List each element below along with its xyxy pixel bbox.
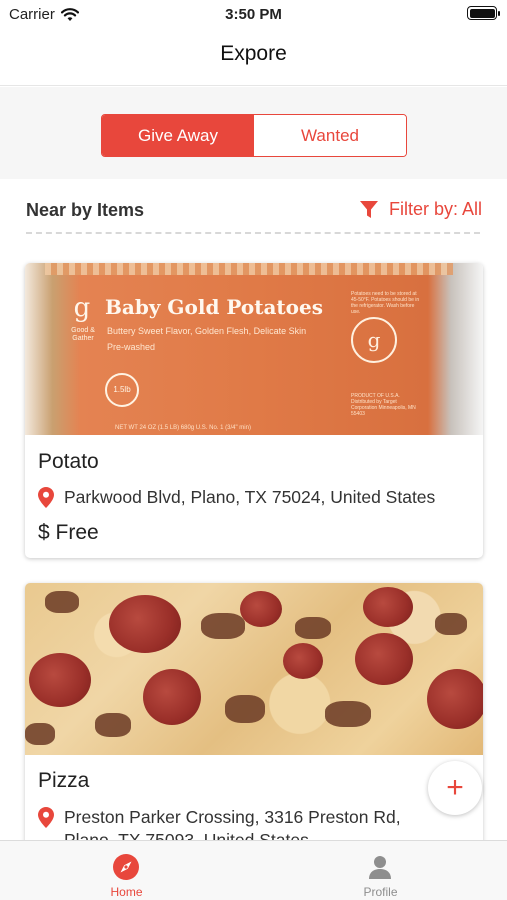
item-image-pizza — [25, 583, 483, 755]
sausage-crumble — [435, 613, 467, 635]
brand-logo-name: Good & Gather — [71, 327, 95, 342]
tab-home-label: Home — [110, 885, 143, 899]
person-icon — [369, 856, 391, 879]
sausage-crumble — [225, 695, 265, 723]
sausage-crumble — [325, 701, 371, 727]
status-time: 3:50 PM — [225, 6, 282, 23]
item-title: Pizza — [38, 769, 90, 792]
add-item-button[interactable]: + — [428, 761, 482, 815]
potato-bag-mesh — [45, 263, 453, 275]
compass-icon — [113, 854, 139, 880]
sausage-crumble — [95, 713, 131, 737]
segment-area: Give Away Wanted — [0, 87, 507, 179]
pepperoni-slice — [29, 653, 91, 707]
battery-icon — [467, 6, 500, 20]
item-location-text: Parkwood Blvd, Plano, TX 75024, United S… — [64, 487, 436, 507]
pepperoni-slice — [283, 643, 323, 679]
sausage-crumble — [201, 613, 245, 639]
sausage-crumble — [45, 591, 79, 613]
package-tagline-line1: Buttery Sweet Flavor, Golden Flesh, Deli… — [107, 326, 307, 336]
item-price: $ Free — [38, 521, 99, 544]
pepperoni-slice — [109, 595, 181, 653]
pepperoni-slice — [363, 587, 413, 627]
sausage-crumble — [25, 723, 55, 745]
filter-funnel-icon — [359, 200, 378, 218]
give-away-wanted-segmented-control: Give Away Wanted — [101, 114, 407, 157]
item-title: Potato — [38, 450, 99, 473]
package-tagline-line2: Pre-washed — [107, 342, 156, 352]
item-location: Parkwood Blvd, Plano, TX 75024, United S… — [38, 486, 435, 509]
package-net-weight: NET WT 24 OZ (1.5 LB) 680g U.S. No. 1 (3… — [115, 425, 251, 431]
item-image-potato: g Good & Gather Baby Gold Potatoes Butte… — [25, 263, 483, 435]
pepperoni-slice — [355, 633, 413, 685]
tab-bar: Home Profile — [0, 840, 507, 900]
filter-button[interactable]: Filter by: All — [359, 199, 482, 220]
package-seal — [351, 317, 397, 363]
nearby-section-header: Near by Items Filter by: All — [0, 180, 507, 236]
location-pin-icon — [38, 807, 54, 828]
navigation-bar: Expore — [0, 28, 507, 86]
item-location-text: Preston Parker Crossing, 3316 Preston Rd… — [64, 807, 401, 840]
pepperoni-slice — [143, 669, 201, 725]
package-fine-print: Potatoes need to be stored at 45-50°F. P… — [351, 291, 420, 315]
items-list[interactable]: g Good & Gather Baby Gold Potatoes Butte… — [0, 236, 507, 840]
pepperoni-slice — [427, 669, 483, 729]
filter-label: Filter by: All — [388, 199, 482, 219]
package-fine-print-2: PRODUCT OF U.S.A. Distributed by Target … — [351, 393, 416, 417]
tab-profile-label: Profile — [363, 885, 398, 899]
item-location: Preston Parker Crossing, 3316 Preston Rd… — [38, 806, 428, 840]
package-tagline: Buttery Sweet Flavor, Golden Flesh, Deli… — [107, 325, 306, 353]
section-divider — [26, 232, 480, 234]
pepperoni-slice — [240, 591, 282, 627]
segment-wanted[interactable]: Wanted — [254, 115, 406, 156]
page-title: Expore — [220, 42, 287, 65]
package-product-name: Baby Gold Potatoes — [105, 295, 323, 319]
item-card-pizza[interactable]: Pizza Preston Parker Crossing, 3316 Pres… — [25, 583, 483, 840]
package-weight-badge: 1.5lb — [105, 373, 139, 407]
segment-give-away[interactable]: Give Away — [102, 115, 254, 156]
tab-home[interactable]: Home — [0, 841, 253, 900]
plus-icon: + — [446, 771, 464, 804]
brand-logo-glyph: g — [73, 293, 91, 323]
item-card-potato[interactable]: g Good & Gather Baby Gold Potatoes Butte… — [25, 263, 483, 558]
location-pin-icon — [38, 487, 54, 508]
tab-profile[interactable]: Profile — [254, 841, 507, 900]
sausage-crumble — [295, 617, 331, 639]
section-title: Near by Items — [26, 200, 145, 220]
status-bar: Carrier 3:50 PM — [0, 0, 507, 28]
explore-screen: Carrier 3:50 PM Expore Give Away Wanted … — [0, 0, 507, 900]
